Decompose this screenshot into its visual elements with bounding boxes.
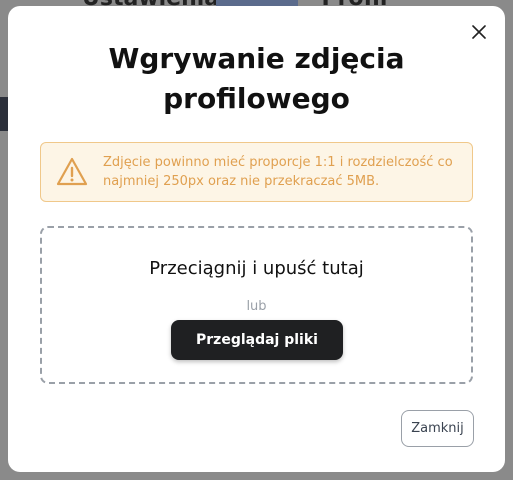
upload-modal: Wgrywanie zdjęcia profilowego Zdjęcie po… — [8, 6, 505, 472]
browse-files-button[interactable]: Przeglądaj pliki — [171, 320, 343, 360]
backdrop-strip — [0, 97, 8, 131]
close-button[interactable] — [467, 20, 491, 44]
close-icon — [472, 25, 486, 39]
dropzone-separator: lub — [246, 299, 267, 314]
file-dropzone[interactable]: Przeciągnij i upuść tutaj lub Przeglądaj… — [40, 226, 473, 384]
warning-alert: Zdjęcie powinno mieć proporcje 1:1 i roz… — [40, 142, 473, 202]
warning-triangle-icon — [56, 157, 88, 186]
dropzone-prompt: Przeciągnij i upuść tutaj — [149, 258, 364, 279]
warning-text: Zdjęcie powinno mieć proporcje 1:1 i roz… — [103, 155, 453, 189]
close-modal-button[interactable]: Zamknij — [401, 410, 474, 447]
modal-title: Wgrywanie zdjęcia profilowego — [108, 42, 405, 115]
